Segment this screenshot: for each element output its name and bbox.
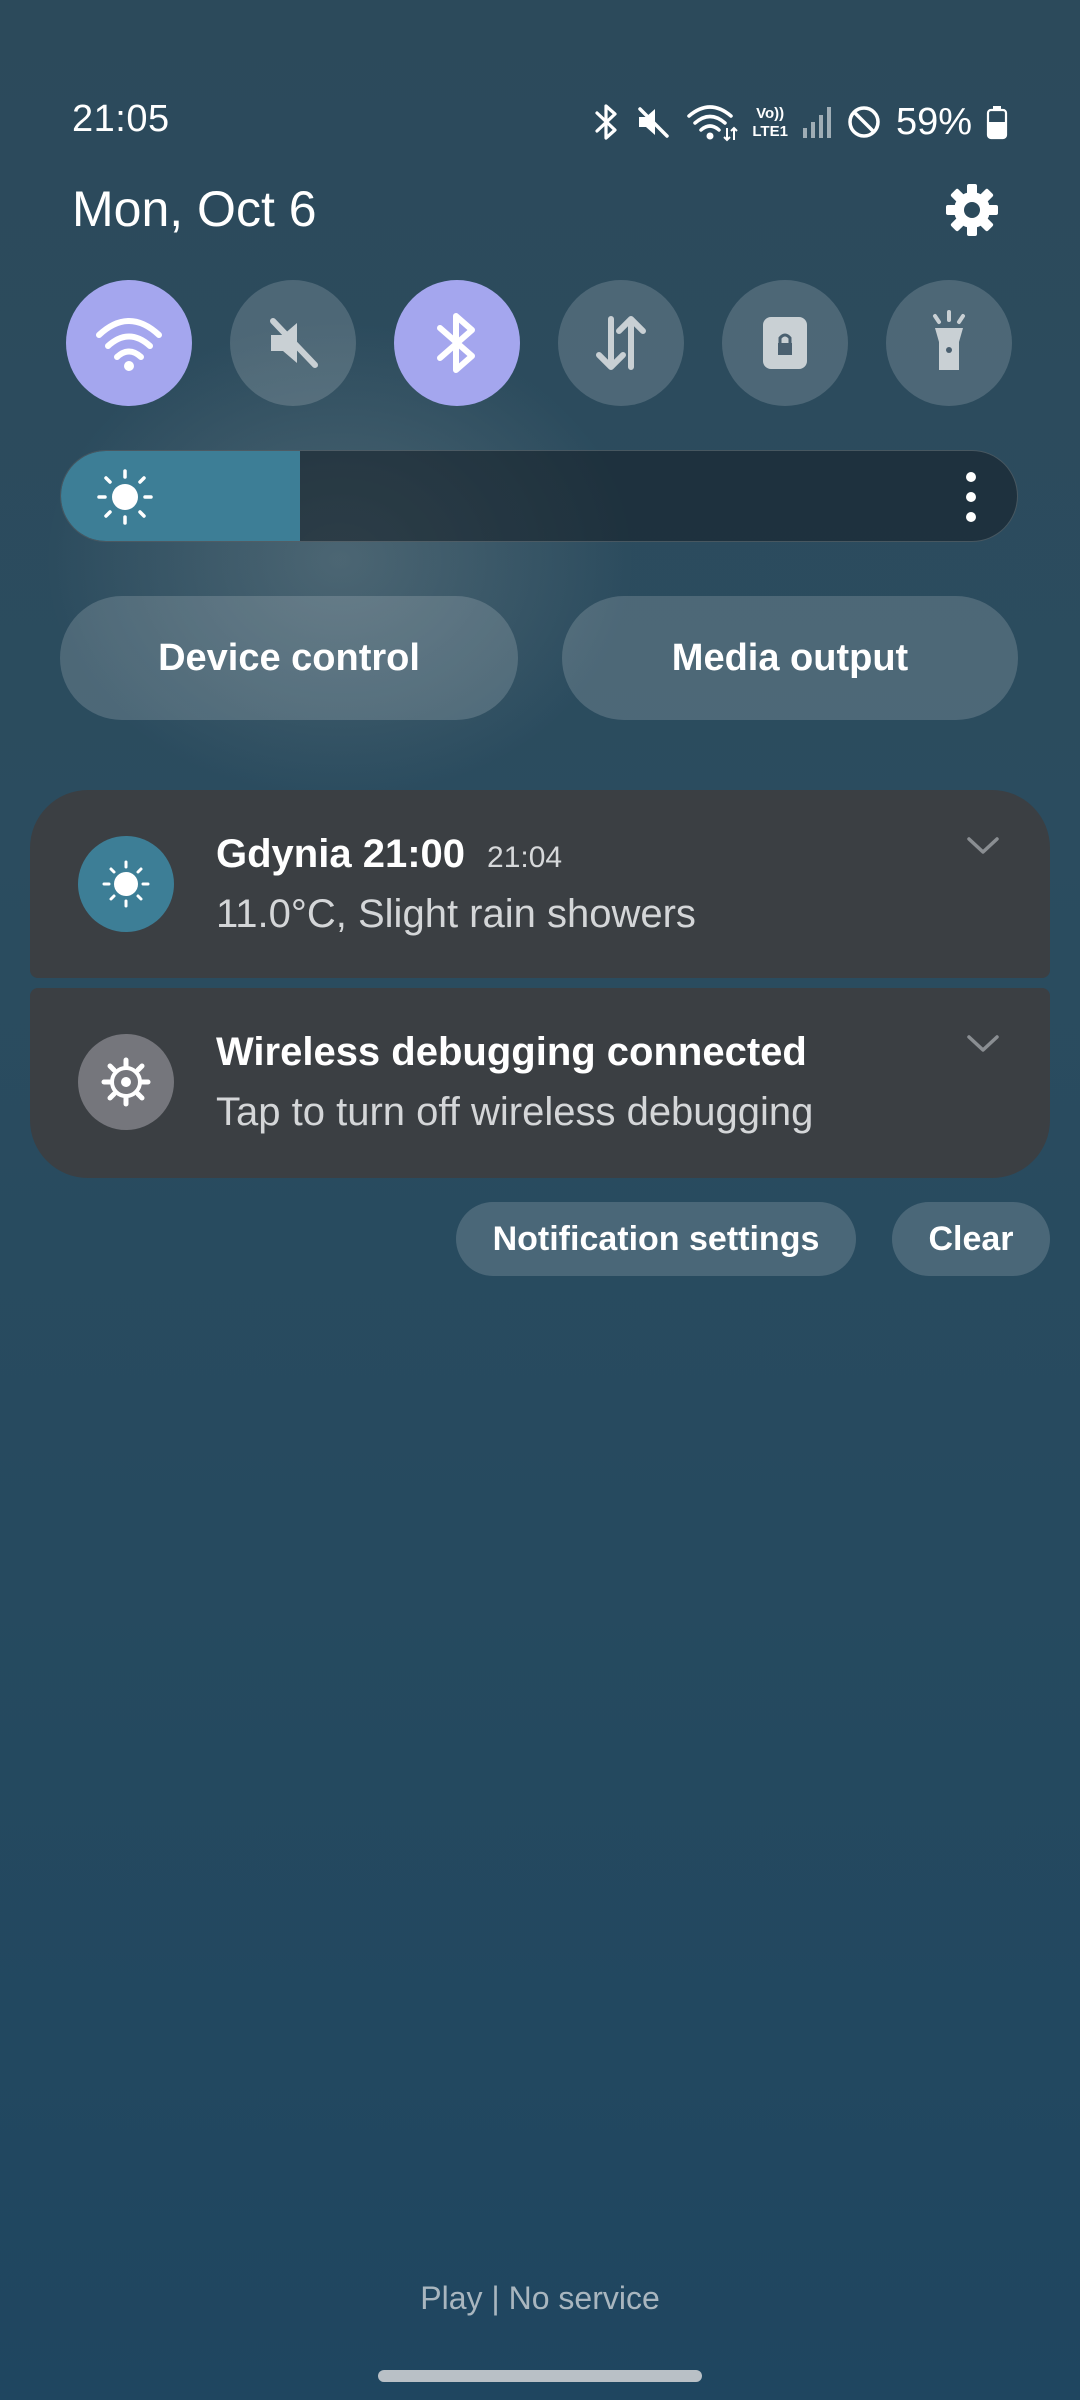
sun-icon	[102, 860, 150, 908]
brightness-sun-icon	[97, 469, 153, 525]
media-output-button[interactable]: Media output	[562, 596, 1018, 720]
mute-icon	[270, 318, 318, 368]
chevron-down-icon[interactable]	[966, 836, 1000, 856]
clear-button[interactable]: Clear	[892, 1202, 1050, 1276]
bluetooth-status-icon	[595, 104, 617, 140]
notification-title-text: Gdynia 21:00	[216, 832, 466, 876]
notification-settings-button[interactable]: Notification settings	[456, 1202, 856, 1276]
brightness-slider[interactable]	[60, 450, 1018, 542]
lock-icon	[763, 317, 807, 369]
notification-title: Gdynia 21:00 21:04	[216, 832, 562, 877]
bluetooth-toggle[interactable]	[394, 280, 520, 406]
wifi-icon	[96, 318, 162, 371]
mute-status-icon	[638, 107, 670, 138]
do-not-disturb-icon	[848, 106, 880, 138]
battery-percentage: 59%	[895, 100, 972, 143]
device-control-button[interactable]: Device control	[60, 596, 518, 720]
bluetooth-icon	[437, 313, 475, 373]
notification-title: Wireless debugging connected	[216, 1030, 807, 1075]
volte-label: Vo))	[756, 104, 785, 122]
wifi-status-icon	[687, 105, 739, 142]
chevron-down-icon[interactable]	[966, 1034, 1000, 1054]
lte-label: LTE1	[752, 122, 788, 140]
settings-gear-icon	[101, 1057, 151, 1107]
more-options-icon[interactable]	[965, 471, 977, 523]
quick-settings-tiles	[66, 280, 1012, 406]
status-time: 21:05	[72, 98, 170, 140]
network-type-label: Vo)) LTE1	[752, 106, 788, 139]
flashlight-icon	[933, 310, 965, 370]
flashlight-toggle[interactable]	[886, 280, 1012, 406]
sound-toggle[interactable]	[230, 280, 356, 406]
mobile-data-toggle[interactable]	[558, 280, 684, 406]
home-indicator[interactable]	[378, 2370, 702, 2382]
wifi-toggle[interactable]	[66, 280, 192, 406]
date-label: Mon, Oct 6	[72, 181, 317, 237]
carrier-status: Play | No service	[420, 2280, 660, 2316]
screen-lock-toggle[interactable]	[722, 280, 848, 406]
wireless-debugging-notification[interactable]: Wireless debugging connected Tap to turn…	[30, 988, 1050, 1178]
settings-button[interactable]	[944, 182, 1000, 238]
system-app-icon	[78, 1034, 174, 1130]
weather-app-icon	[78, 836, 174, 932]
data-transfer-icon	[596, 316, 646, 370]
signal-icon	[802, 107, 831, 138]
battery-icon	[986, 106, 1008, 140]
notification-title-text: Wireless debugging connected	[216, 1030, 807, 1074]
notification-time: 21:04	[487, 841, 563, 874]
gear-icon	[946, 184, 998, 236]
status-icons: Vo)) LTE1 59%	[594, 96, 1008, 148]
weather-notification[interactable]: Gdynia 21:00 21:04 11.0°C, Slight rain sh…	[30, 790, 1050, 978]
notification-body: 11.0°C, Slight rain showers	[216, 892, 696, 936]
notification-body: Tap to turn off wireless debugging	[216, 1090, 814, 1134]
